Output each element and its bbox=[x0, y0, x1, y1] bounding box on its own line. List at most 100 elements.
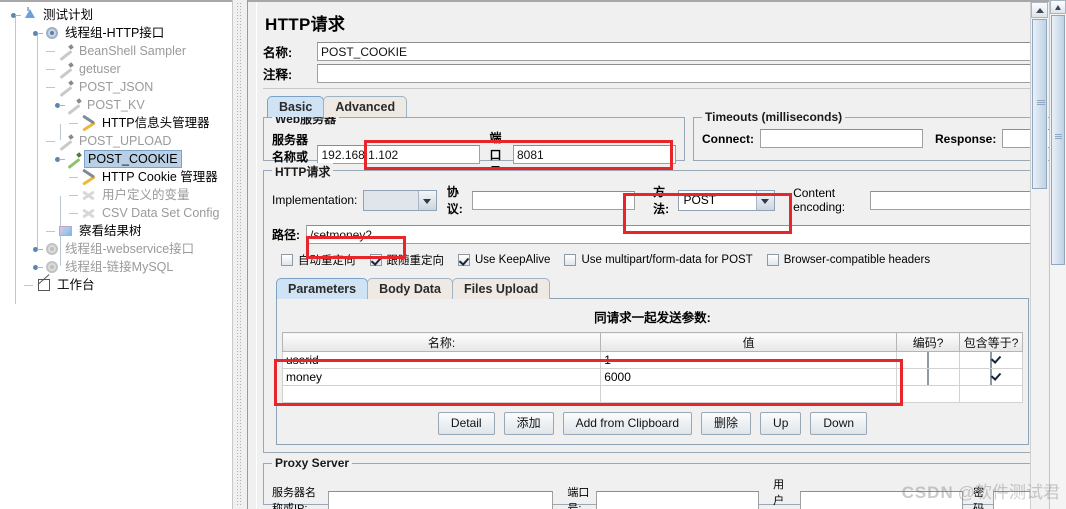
sampler-icon-active bbox=[65, 151, 83, 167]
tree-node-test-plan[interactable]: 测试计划 bbox=[6, 6, 232, 24]
tree-node-post-upload[interactable]: POST_UPLOAD bbox=[6, 132, 232, 150]
tree-node-label: POST_JSON bbox=[79, 80, 154, 94]
proxy-port-input[interactable] bbox=[596, 490, 760, 509]
scroll-up-button[interactable] bbox=[1050, 0, 1066, 14]
column-header-value[interactable]: 值 bbox=[600, 332, 898, 352]
tree-expand-handle[interactable] bbox=[32, 28, 43, 39]
checkbox-box[interactable] bbox=[990, 369, 993, 385]
tree-node-label: CSV Data Set Config bbox=[102, 206, 220, 220]
proxy-host-input[interactable] bbox=[328, 490, 554, 509]
scrollbar-thumb[interactable] bbox=[1051, 15, 1065, 265]
checkbox-auto-redirect[interactable]: 自动重定向 bbox=[281, 252, 356, 268]
tree-node-label: BeanShell Sampler bbox=[79, 44, 187, 58]
add-from-clipboard-button[interactable]: Add from Clipboard bbox=[562, 412, 693, 435]
tab-basic[interactable]: Basic bbox=[267, 96, 325, 117]
thread-group-icon bbox=[43, 25, 61, 41]
column-header-name[interactable]: 名称: bbox=[281, 332, 602, 352]
tree-expand-handle[interactable] bbox=[32, 262, 43, 273]
tree-node-thread-group-http[interactable]: 线程组-HTTP接口 bbox=[6, 24, 232, 42]
test-plan-tree-panel[interactable]: 测试计划 线程组-HTTP接口 BeanShell Sampler getuse… bbox=[0, 0, 232, 509]
connect-timeout-input[interactable] bbox=[760, 129, 923, 148]
proxy-password-input[interactable] bbox=[993, 490, 1034, 509]
param-name-cell[interactable]: userid bbox=[281, 351, 602, 369]
tree-node-getuser[interactable]: getuser bbox=[6, 60, 232, 78]
tree-node-label: HTTP信息头管理器 bbox=[102, 116, 210, 130]
checkbox-follow-redirects[interactable]: 跟随重定向 bbox=[369, 252, 444, 268]
param-encode-cell[interactable] bbox=[896, 368, 961, 386]
tree-node-beanshell-sampler[interactable]: BeanShell Sampler bbox=[6, 42, 232, 60]
checkbox-browser-compatible-headers[interactable]: Browser-compatible headers bbox=[766, 254, 930, 266]
checkbox-use-keepalive[interactable]: Use KeepAlive bbox=[458, 254, 550, 266]
scroll-up-button[interactable] bbox=[1031, 2, 1048, 18]
tree-node-user-defined-variables[interactable]: 用户定义的变量 bbox=[6, 186, 232, 204]
tree-node-post-cookie[interactable]: POST_COOKIE bbox=[6, 150, 232, 168]
comment-input[interactable] bbox=[317, 64, 1044, 83]
param-encode-cell[interactable] bbox=[896, 351, 961, 369]
table-row[interactable]: money 6000 bbox=[281, 368, 1023, 386]
tree-node-csv-data-set-config[interactable]: CSV Data Set Config bbox=[6, 204, 232, 222]
param-value-cell[interactable]: 1 bbox=[600, 351, 898, 369]
param-value-cell[interactable]: 6000 bbox=[600, 368, 898, 386]
tree-expand-handle[interactable] bbox=[54, 154, 65, 165]
name-input[interactable] bbox=[317, 42, 1044, 61]
checkbox-box[interactable] bbox=[564, 254, 577, 266]
http-request-group-title: HTTP请求 bbox=[272, 163, 334, 180]
checkbox-box[interactable] bbox=[369, 254, 382, 266]
tree-node-thread-group-webservice[interactable]: 线程组-webservice接口 bbox=[6, 240, 232, 258]
chevron-down-icon[interactable] bbox=[756, 190, 775, 210]
tree-branch-line bbox=[66, 186, 80, 204]
param-include-equals-cell[interactable] bbox=[959, 351, 1023, 369]
tree-node-view-results-tree[interactable]: 察看结果树 bbox=[6, 222, 232, 240]
tab-files-upload[interactable]: Files Upload bbox=[451, 278, 551, 299]
tree-expand-handle[interactable] bbox=[32, 244, 43, 255]
chevron-down-icon[interactable] bbox=[417, 190, 436, 210]
content-encoding-input[interactable] bbox=[869, 190, 1033, 210]
checkbox-box[interactable] bbox=[281, 254, 293, 266]
checkbox-use-multipart[interactable]: Use multipart/form-data for POST bbox=[564, 254, 753, 266]
tree-node-post-json[interactable]: POST_JSON bbox=[6, 78, 232, 96]
tree-node-thread-group-mysql[interactable]: 线程组-链接MySQL bbox=[6, 258, 232, 276]
down-button[interactable]: Down bbox=[810, 412, 868, 435]
tree-expand-handle[interactable] bbox=[10, 10, 21, 21]
tab-parameters[interactable]: Parameters bbox=[276, 278, 369, 299]
proxy-username-input[interactable] bbox=[800, 490, 964, 509]
editor-vertical-scrollbar[interactable] bbox=[1030, 2, 1048, 509]
window-vertical-scrollbar[interactable] bbox=[1049, 0, 1066, 509]
tree-node-workbench[interactable]: 工作台 bbox=[6, 276, 232, 294]
tab-body-data[interactable]: Body Data bbox=[367, 278, 453, 299]
checkbox-box[interactable] bbox=[458, 254, 470, 266]
param-name-cell[interactable]: money bbox=[281, 368, 602, 386]
tree-node-label: HTTP Cookie 管理器 bbox=[102, 170, 218, 184]
column-header-include-equals[interactable]: 包含等于? bbox=[959, 332, 1023, 352]
tab-advanced[interactable]: Advanced bbox=[323, 96, 408, 117]
checkbox-box[interactable] bbox=[927, 352, 930, 368]
method-combo[interactable]: POST bbox=[678, 189, 776, 211]
tree-branch-line bbox=[43, 60, 57, 78]
checkbox-box[interactable] bbox=[766, 254, 779, 266]
checkbox-box[interactable] bbox=[927, 369, 930, 385]
param-include-equals-cell[interactable] bbox=[959, 368, 1023, 386]
tree-expand-handle[interactable] bbox=[54, 100, 65, 111]
tree-branch-line bbox=[43, 222, 57, 240]
split-pane-divider[interactable] bbox=[232, 0, 248, 509]
add-button[interactable]: 添加 bbox=[503, 412, 554, 435]
column-header-encode[interactable]: 编码? bbox=[896, 332, 961, 352]
server-host-input[interactable] bbox=[317, 145, 481, 164]
tree-node-post-kv[interactable]: POST_KV bbox=[6, 96, 232, 114]
divider bbox=[263, 88, 1042, 89]
parameters-table[interactable]: 名称: 值 编码? 包含等于? userid 1 money 6000 bbox=[281, 332, 1023, 403]
implementation-combo[interactable] bbox=[363, 189, 437, 211]
up-button[interactable]: Up bbox=[760, 412, 802, 435]
delete-button[interactable]: 删除 bbox=[701, 412, 752, 435]
empty-cell bbox=[896, 385, 961, 403]
table-row[interactable]: userid 1 bbox=[281, 351, 1023, 369]
checkbox-box[interactable] bbox=[990, 352, 993, 368]
protocol-input[interactable] bbox=[472, 190, 636, 210]
tree-node-http-cookie-manager[interactable]: HTTP Cookie 管理器 bbox=[6, 168, 232, 186]
tree-node-label: POST_KV bbox=[87, 98, 145, 112]
tree-node-http-header-manager[interactable]: HTTP信息头管理器 bbox=[6, 114, 232, 132]
path-input[interactable] bbox=[306, 225, 1033, 244]
server-port-input[interactable] bbox=[513, 145, 676, 164]
server-timeouts-row: Web服务器 服务器名称或IP: 端口号: Timeouts (millisec… bbox=[263, 110, 1066, 179]
detail-button[interactable]: Detail bbox=[437, 412, 495, 435]
